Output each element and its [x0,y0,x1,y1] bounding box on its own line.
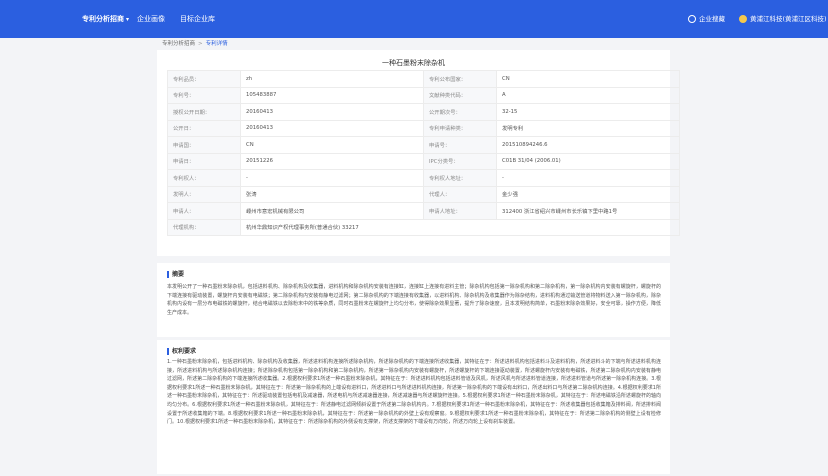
patent-title: 一种石墨粉末除杂机 [382,59,445,67]
info-value: 20160413 [240,119,424,137]
breadcrumb-parent[interactable]: 专利分析招商 [162,41,195,47]
info-value: 杭州华鼎知识产权代理事务所(普通合伙) 33217 [240,218,680,236]
info-label: 申请人： [167,202,241,220]
info-row: 代理机构： 杭州华鼎知识产权代理事务所(普通合伙) 33217 [167,218,680,236]
info-label: 代理人： [423,185,497,203]
info-label: 专利申请种类： [423,119,497,137]
info-label: IPC分类号： [423,152,497,170]
info-label: 公开期次号： [423,103,497,121]
info-row: 申请人： 嵊州市意宏机械有限公司 申请人地址： 312400 浙江省绍兴市嵊州市长乐镇… [167,202,680,220]
section-marker [167,271,169,278]
info-label: 代理机构： [167,218,241,236]
info-label: 申请人地址： [423,202,497,220]
info-label: 发明人： [167,185,241,203]
claims-heading: 权利要求 [167,346,196,355]
info-label: 文献种类代码： [423,86,497,104]
info-label: 公开日： [167,119,241,137]
nav-item-patent-analysis[interactable]: 专利分析招商 ▾ [82,14,129,24]
info-value: 20160413 [240,103,424,121]
breadcrumb-separator: > [198,41,203,47]
info-label: 授权公开日期： [167,103,241,121]
claims-card: 权利要求 1.一种石墨粉末除杂机，包括进料机构、除杂机构及收集器，所述进料机构连… [157,340,670,474]
user-avatar-icon [739,15,747,23]
info-label: 专利公布国家： [423,70,497,88]
info-value: 32-15 [496,103,680,121]
info-value: 20151226 [240,152,424,170]
abstract-card: 摘要 本发明公开了一种石墨粉末除杂机，包括进料机构、除杂机构及收集器，进料机构和… [157,263,670,337]
info-label: 申请日： [167,152,241,170]
info-value: CN [496,70,680,88]
section-marker [167,348,169,355]
info-label: 专利权人地址： [423,169,497,187]
top-nav-bar: 专利分析招商 ▾ 企业画像 目标企业库 企业搜藏 黄浦江科技(黄浦江区科技) [0,0,828,38]
favorites-link[interactable]: 企业搜藏 [688,13,725,23]
info-row: 专利权人： - 专利权人地址： - [167,169,680,187]
abstract-text: 本发明公开了一种石墨粉末除杂机，包括进料机构、除杂机构及收集器，进料机构和除杂机… [167,284,661,316]
info-label: 专利号： [167,86,241,104]
patent-info-table: 专利品员： zh 专利公布国家： CN 专利号： 105483887 文献种类代码： A 授权公… [167,70,680,236]
user-menu[interactable]: 黄浦江科技(黄浦江区科技) [739,13,827,23]
info-value: C01B 31/04 (2006.01) [496,152,680,170]
abstract-heading: 摘要 [167,269,184,278]
nav-item-enterprise-profile[interactable]: 企业画像 [137,14,165,24]
info-row: 申请国： CN 申请号： 201510894246.6 [167,136,680,154]
info-value: 发明专利 [496,119,680,137]
info-value: 张涛 [240,185,424,203]
info-value: zh [240,70,424,88]
info-value: 105483887 [240,86,424,104]
info-label: 专利品员： [167,70,241,88]
info-row: 专利品员： zh 专利公布国家： CN [167,70,680,88]
search-icon [688,15,696,23]
info-value: 312400 浙江省绍兴市嵊州市长乐镇下里中路1号 [496,202,680,220]
info-label: 申请号： [423,136,497,154]
breadcrumb: 专利分析招商 > 专利详情 [162,39,228,47]
info-value: A [496,86,680,104]
info-row: 申请日： 20151226 IPC分类号： C01B 31/04 (2006.01) [167,152,680,170]
info-value: 金少强 [496,185,680,203]
info-value: - [240,169,424,187]
info-label: 专利权人： [167,169,241,187]
info-value: 嵊州市意宏机械有限公司 [240,202,424,220]
info-label: 申请国： [167,136,241,154]
info-row: 授权公开日期： 20160413 公开期次号： 32-15 [167,103,680,121]
claims-text: 1.一种石墨粉末除杂机，包括进料机构、除杂机构及收集器，所述进料机构连接所述除杂… [167,359,661,426]
nav-item-target-enterprise[interactable]: 目标企业库 [180,14,215,24]
breadcrumb-current: 专利详情 [205,41,228,47]
info-value: - [496,169,680,187]
info-row: 公开日： 20160413 专利申请种类： 发明专利 [167,119,680,137]
info-row: 专利号： 105483887 文献种类代码： A [167,86,680,104]
patent-detail-card: 一种石墨粉末除杂机 专利品员： zh 专利公布国家： CN 专利号： 105483887 文… [157,50,680,256]
info-row: 发明人： 张涛 代理人： 金少强 [167,185,680,203]
info-value: CN [240,136,424,154]
chevron-down-icon: ▾ [126,16,130,23]
info-value: 201510894246.6 [496,136,680,154]
